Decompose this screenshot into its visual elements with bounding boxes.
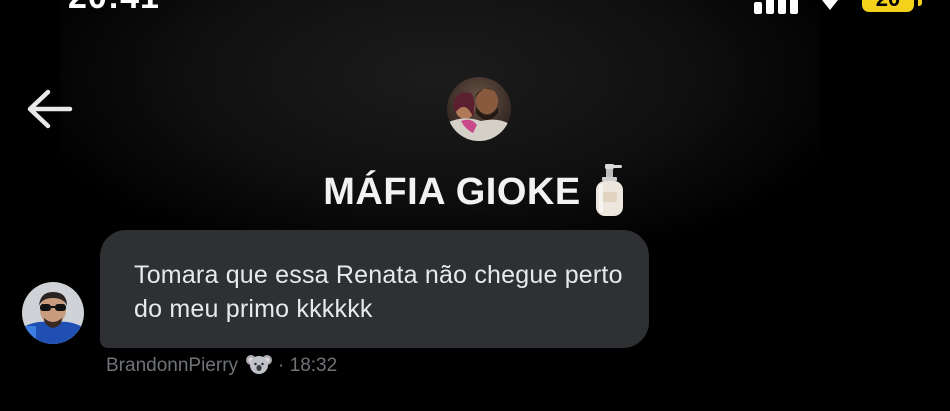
message-row: Tomara que essa Renata não chegue perto …: [0, 226, 950, 386]
battery-nub: [918, 0, 922, 6]
message-meta: BrandonnPierry · 18:32: [106, 354, 337, 378]
message-text: Tomara que essa Renata não chegue perto …: [134, 261, 623, 323]
status-time: 20:41: [68, 0, 160, 14]
conversation-title-text: MÁFIA GIOKE: [323, 171, 581, 213]
koala-icon: [246, 354, 273, 374]
message-time: · 18:32: [278, 355, 338, 376]
sender-name[interactable]: BrandonnPierry: [106, 355, 238, 376]
cellular-signal-icon: [754, 0, 798, 14]
battery-indicator: 20: [862, 0, 914, 12]
sender-avatar[interactable]: [22, 282, 84, 344]
dm-conversation-screen: 20:41 20: [0, 0, 950, 411]
message-bubble[interactable]: Tomara que essa Renata não chegue perto …: [100, 230, 649, 348]
lotion-bottle-icon: [595, 163, 623, 216]
group-photo-image: [447, 77, 511, 141]
group-avatar[interactable]: [447, 77, 511, 141]
back-arrow-icon[interactable]: [24, 86, 76, 132]
sender-photo-image: [22, 282, 84, 344]
wifi-icon: [822, 0, 838, 10]
conversation-title: MÁFIA GIOKE: [0, 163, 950, 218]
